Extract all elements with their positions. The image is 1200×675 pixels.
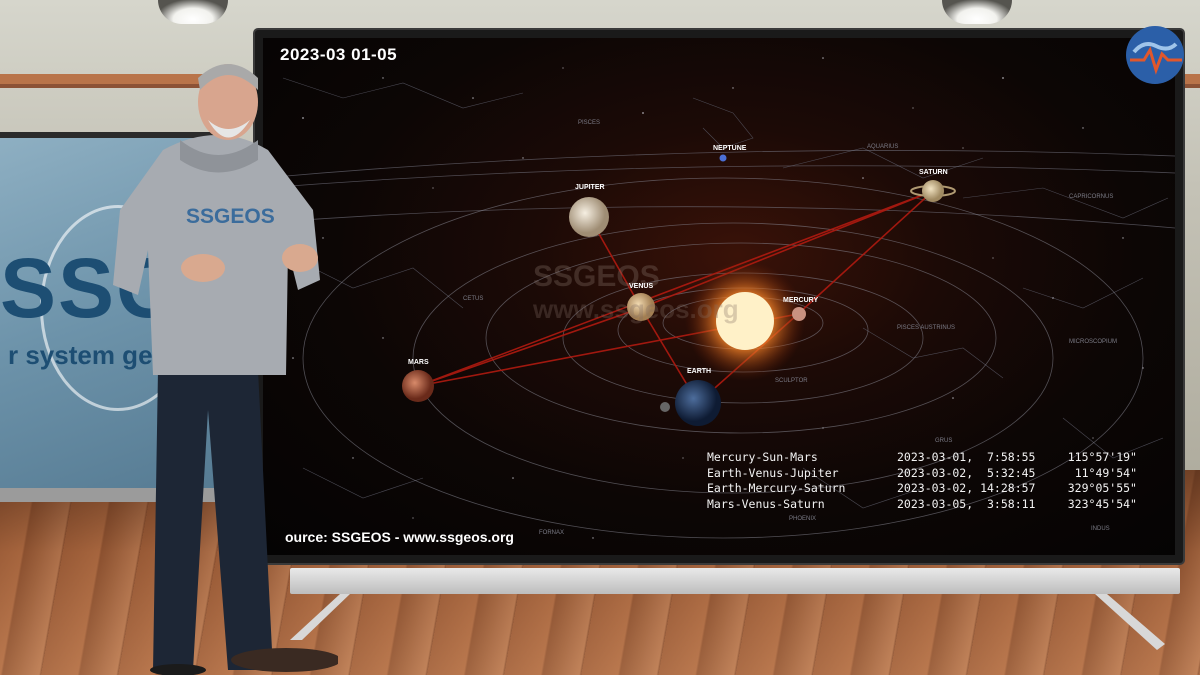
constellation-label: CAPRICORNUS	[1069, 194, 1114, 200]
constellation-label: PISCES	[578, 120, 601, 126]
event-name: Earth-Mercury-Saturn	[707, 481, 846, 495]
ecliptic-lines	[263, 150, 1175, 229]
event-name: Mercury-Sun-Mars	[707, 450, 818, 464]
constellation-label: INDUS	[1091, 526, 1110, 532]
event-name: Mars-Venus-Saturn	[707, 496, 825, 511]
mercury-label: MERCURY	[783, 297, 819, 304]
jupiter	[569, 197, 609, 237]
event-datetime: 2023-03-01, 7:58:55	[897, 450, 1036, 464]
saturn-label: SATURN	[919, 169, 948, 176]
mars	[402, 370, 434, 402]
tv-leg-right	[1095, 594, 1165, 650]
table-row: Earth-Mercury-Saturn 2023-03-02, 14:28:5…	[707, 481, 1137, 497]
event-datetime: 2023-03-05, 3:58:11	[897, 496, 1036, 511]
constellation-label: MICROSCOPIUM	[1069, 339, 1117, 345]
channel-logo	[1126, 26, 1184, 84]
constellation-label: PHOENIX	[789, 516, 817, 522]
event-datetime: 2023-03-02, 5:32:45	[897, 465, 1036, 480]
hoodie-logo: SSGEOS	[186, 205, 275, 228]
table-row: Mercury-Sun-Mars 2023-03-01, 7:58:55 115…	[707, 450, 1137, 466]
event-angle: 329°05'55"	[1067, 481, 1137, 495]
table-row: Earth-Venus-Jupiter 2023-03-02, 5:32:45 …	[707, 466, 1137, 482]
watermark-url: www.ssgeos.org	[533, 294, 739, 324]
saturn	[922, 180, 944, 202]
mercury	[792, 307, 806, 321]
jupiter-label: JUPITER	[575, 184, 605, 191]
earth	[675, 380, 721, 426]
tv-soundbar	[290, 568, 1180, 594]
presenter	[113, 64, 338, 675]
constellation-label: GRUS	[935, 438, 953, 444]
alignment-events-table: Mercury-Sun-Mars 2023-03-01, 7:58:55 115…	[707, 450, 1137, 512]
event-datetime: 2023-03-02, 14:28:57	[897, 481, 1036, 495]
event-angle: 11°49'54"	[1074, 465, 1137, 480]
earth-label: EARTH	[687, 368, 712, 375]
neptune	[719, 154, 727, 162]
constellation-label: FORNAX	[539, 530, 565, 536]
moon	[660, 402, 670, 412]
constellation-label: PISCES AUSTRINUS	[897, 325, 956, 331]
event-name: Earth-Venus-Jupiter	[707, 465, 839, 480]
constellation-label: AQUARIUS	[867, 144, 899, 150]
constellation-label: CETUS	[463, 296, 484, 302]
table-row: Mars-Venus-Saturn 2023-03-05, 3:58:11 32…	[707, 497, 1137, 513]
neptune-label: NEPTUNE	[713, 145, 747, 152]
mars-label: MARS	[408, 359, 429, 366]
venus-label: VENUS	[629, 283, 654, 290]
event-angle: 323°45'54"	[1067, 496, 1137, 511]
event-angle: 115°57'19"	[1067, 450, 1137, 464]
solar-system-screen: SSGEOS www.ssgeos.org 2023-03 01-05 NEPT…	[263, 38, 1175, 555]
constellation-label: SCULPTOR	[775, 378, 808, 384]
